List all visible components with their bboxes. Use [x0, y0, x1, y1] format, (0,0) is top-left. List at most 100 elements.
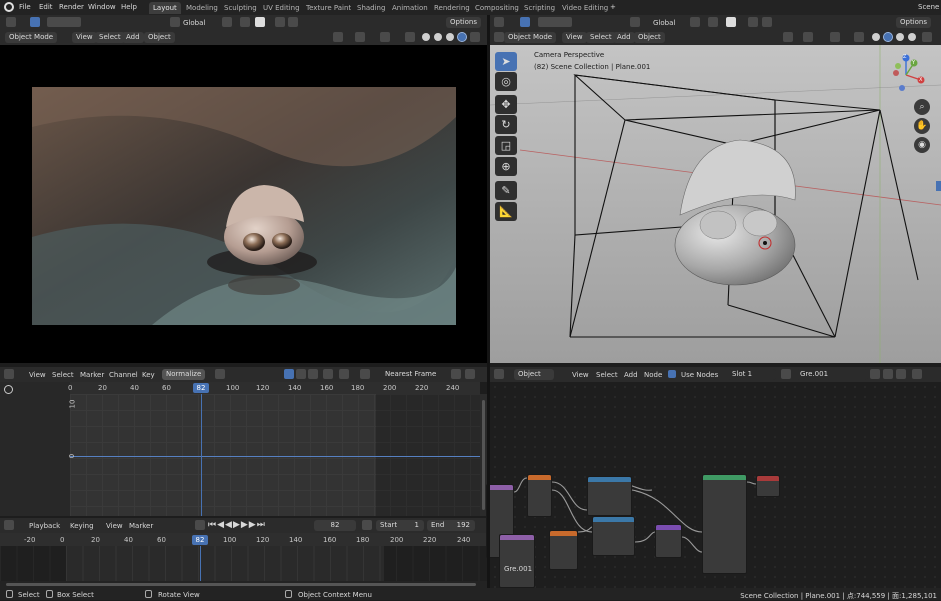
tab-shading[interactable]: Shading	[353, 2, 389, 14]
selection-mode-icons[interactable]	[538, 17, 572, 27]
transform-tool-icon[interactable]: ⊕	[495, 157, 517, 176]
cursor-tool-icon[interactable]: ◎	[495, 72, 517, 91]
preview-range-icon[interactable]	[362, 520, 372, 530]
solid-shading-icon[interactable]	[434, 33, 442, 41]
blender-logo-icon[interactable]	[4, 2, 14, 12]
tab-modeling[interactable]: Modeling	[182, 2, 222, 14]
graph-channel-region[interactable]	[0, 382, 70, 516]
graph-channel-menu[interactable]: Channel	[109, 371, 138, 379]
menu-file[interactable]: File	[19, 3, 31, 11]
menu-render[interactable]: Render	[59, 3, 84, 11]
only-selected-icon[interactable]	[284, 369, 294, 379]
node-select-menu[interactable]: Select	[596, 371, 618, 379]
timeline-scrollbar[interactable]	[0, 581, 487, 588]
start-frame-field[interactable]: Start 1	[376, 520, 424, 531]
tab-rendering[interactable]: Rendering	[430, 2, 474, 14]
pivot-icon[interactable]	[690, 17, 700, 27]
zoom-icon[interactable]: ⌕	[914, 99, 930, 115]
fake-user-icon[interactable]	[870, 369, 880, 379]
area-divider[interactable]	[487, 15, 490, 365]
annotate-tool-icon[interactable]: ✎	[495, 181, 517, 200]
area-divider[interactable]	[487, 363, 490, 588]
tab-video-editing[interactable]: Video Editing	[558, 2, 612, 14]
node-add-menu[interactable]: Add	[624, 371, 638, 379]
graph-marker-menu[interactable]: Marker	[80, 371, 104, 379]
select-tool-icon[interactable]	[30, 17, 40, 27]
clock-icon[interactable]	[4, 520, 14, 530]
editor-type-icon[interactable]	[4, 369, 14, 379]
proportional-icon[interactable]	[748, 17, 758, 27]
graph-key-menu[interactable]: Key	[142, 371, 155, 379]
snap-target-icon[interactable]	[255, 17, 265, 27]
left-viewport[interactable]	[0, 45, 487, 363]
end-frame-field[interactable]: End 192	[427, 520, 475, 531]
menu-edit[interactable]: Edit	[39, 3, 53, 11]
menu-window[interactable]: Window	[88, 3, 116, 11]
current-frame-field[interactable]: 82	[314, 520, 356, 531]
use-nodes-checkbox[interactable]	[668, 370, 676, 378]
sidebar-toggle[interactable]	[936, 181, 941, 191]
add-workspace-button[interactable]: +	[610, 3, 616, 11]
tab-animation[interactable]: Animation	[388, 2, 432, 14]
navigation-gizmo[interactable]: Z X Y	[884, 53, 928, 97]
gizmo-icon[interactable]	[803, 32, 813, 42]
search-icon[interactable]	[4, 385, 13, 394]
rendered-shading-icon[interactable]	[908, 33, 916, 41]
wireframe-shading-icon[interactable]	[872, 33, 880, 41]
node-view-menu[interactable]: View	[572, 371, 589, 379]
node-canvas[interactable]: Gre.001	[486, 382, 941, 588]
mode-selector[interactable]: Object Mode	[5, 32, 58, 43]
tab-scripting[interactable]: Scripting	[520, 2, 559, 14]
transform-orientation[interactable]: Global	[653, 19, 675, 27]
normal-map-node[interactable]	[655, 524, 682, 558]
normalize-toggle[interactable]: Normalize	[162, 369, 206, 380]
transform-orientation[interactable]: Global	[183, 19, 205, 27]
filter-icon[interactable]	[323, 369, 333, 379]
bump-node[interactable]	[592, 516, 635, 556]
object-menu[interactable]: Object	[634, 32, 665, 43]
snap-mode-selector[interactable]: Nearest Frame	[381, 369, 441, 380]
auto-normalize-icon[interactable]	[215, 369, 225, 379]
slot-selector[interactable]: Slot 1	[728, 369, 776, 380]
material-node[interactable]: Gre.001	[499, 534, 535, 588]
pivot-icon[interactable]	[360, 369, 370, 379]
tab-texture-paint[interactable]: Texture Paint	[302, 2, 355, 14]
unlink-icon[interactable]	[896, 369, 906, 379]
record-icon[interactable]	[195, 520, 205, 530]
select-menu[interactable]: Select	[95, 32, 125, 43]
keying-menu[interactable]: Keying	[70, 522, 94, 530]
graph-select-menu[interactable]: Select	[52, 371, 74, 379]
scale-tool-icon[interactable]: ◲	[495, 136, 517, 155]
material-icon[interactable]	[781, 369, 791, 379]
xray-icon[interactable]	[405, 32, 415, 42]
graph-view-menu[interactable]: View	[29, 371, 46, 379]
playback-controls-icon[interactable]: ⏮◀◀▶▶▶⏭	[208, 520, 266, 530]
graph-area[interactable]: 10 0	[68, 394, 480, 516]
visibility-icon[interactable]	[783, 32, 793, 42]
xray-icon[interactable]	[854, 32, 864, 42]
pin-icon[interactable]	[912, 369, 922, 379]
snap-target-icon[interactable]	[726, 17, 736, 27]
material-output-node[interactable]	[756, 475, 780, 497]
tab-layout[interactable]: Layout	[149, 2, 181, 14]
select-box-tool-icon[interactable]: ➤	[495, 52, 517, 71]
timeline-ruler[interactable]: -20 0 20 40 60 100 120 140 160 180 200 2…	[0, 533, 487, 546]
proportional-icon[interactable]	[275, 17, 285, 27]
shading-dropdown-icon[interactable]	[470, 32, 480, 42]
funnel-icon[interactable]	[339, 369, 349, 379]
options-button[interactable]: Options	[446, 17, 482, 28]
falloff-icon[interactable]	[465, 369, 475, 379]
playback-menu[interactable]: Playback	[29, 522, 60, 530]
snap-icon[interactable]	[708, 17, 718, 27]
selection-mode-icons[interactable]	[47, 17, 81, 27]
right-viewport[interactable]: Camera Perspective (82) Scene Collection…	[490, 45, 941, 363]
transform-orientation-icon[interactable]	[170, 17, 180, 27]
pan-hand-icon[interactable]: ✋	[914, 118, 930, 134]
tab-compositing[interactable]: Compositing	[471, 2, 523, 14]
scrollbar-thumb[interactable]	[6, 583, 476, 586]
select-menu[interactable]: Select	[586, 32, 616, 43]
editor-type-icon[interactable]	[494, 369, 504, 379]
shading-dropdown-icon[interactable]	[922, 32, 932, 42]
rendered-shading-icon[interactable]	[457, 32, 467, 42]
transform-orientation-icon[interactable]	[630, 17, 640, 27]
